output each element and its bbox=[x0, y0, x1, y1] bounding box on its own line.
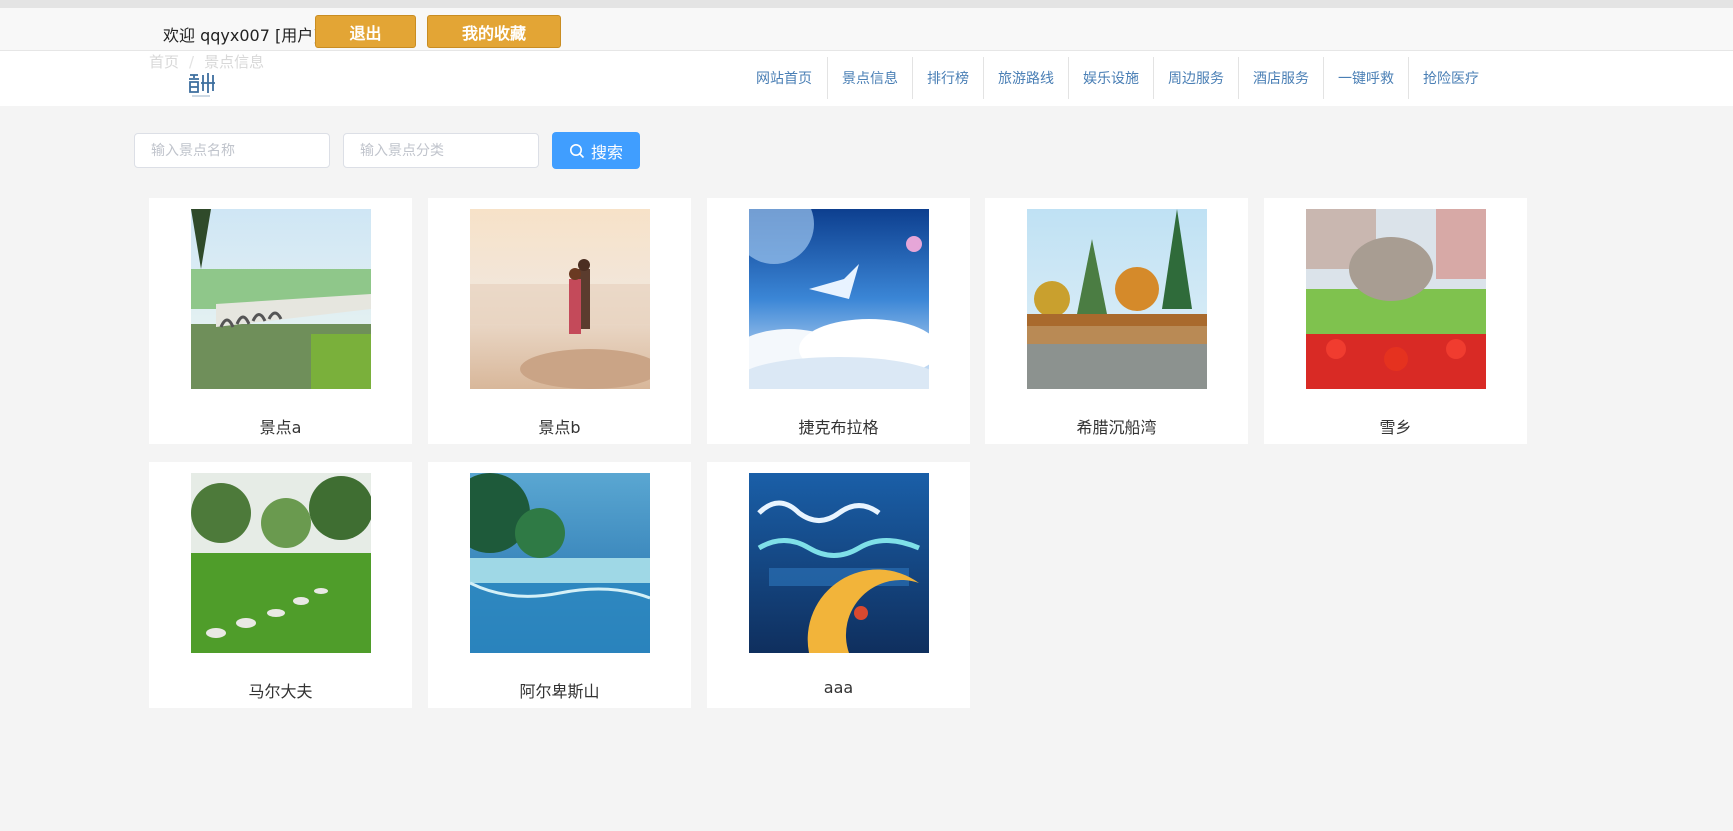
spot-category-input[interactable] bbox=[343, 133, 539, 168]
spot-image[interactable] bbox=[1027, 209, 1207, 389]
spot-name[interactable]: 马尔大夫 bbox=[149, 678, 412, 702]
logout-button[interactable]: 退出 bbox=[315, 15, 416, 48]
spot-image[interactable] bbox=[470, 209, 650, 389]
spot-image[interactable] bbox=[470, 473, 650, 653]
spot-image[interactable] bbox=[749, 473, 929, 653]
spot-image[interactable] bbox=[191, 209, 371, 389]
spot-name[interactable]: 希腊沉船湾 bbox=[985, 414, 1248, 438]
spot-name[interactable]: 景点b bbox=[428, 414, 691, 438]
nav-item-spots[interactable]: 景点信息 bbox=[828, 57, 913, 99]
spot-card[interactable]: 景点a bbox=[149, 198, 412, 444]
spot-name[interactable]: 捷克布拉格 bbox=[707, 414, 970, 438]
spot-card[interactable]: 阿尔卑斯山 bbox=[428, 462, 691, 708]
spot-image[interactable] bbox=[1306, 209, 1486, 389]
main-nav: 网站首页 景点信息 排行榜 旅游路线 娱乐设施 周边服务 酒店服务 一键呼救 抢… bbox=[741, 57, 1493, 99]
search-button[interactable]: 搜索 bbox=[552, 132, 640, 169]
spot-card[interactable]: 马尔大夫 bbox=[149, 462, 412, 708]
spot-card[interactable]: aaa bbox=[707, 462, 970, 708]
site-logo[interactable] bbox=[184, 69, 218, 101]
nav-item-ranking[interactable]: 排行榜 bbox=[913, 57, 984, 99]
spot-name[interactable]: aaa bbox=[707, 678, 970, 697]
spot-card[interactable]: 景点b bbox=[428, 198, 691, 444]
nav-item-hotel[interactable]: 酒店服务 bbox=[1239, 57, 1324, 99]
nav-item-medical[interactable]: 抢险医疗 bbox=[1409, 57, 1493, 99]
spot-card[interactable]: 希腊沉船湾 bbox=[985, 198, 1248, 444]
spot-name-input[interactable] bbox=[134, 133, 330, 168]
nav-item-nearby[interactable]: 周边服务 bbox=[1154, 57, 1239, 99]
spot-card[interactable]: 捷克布拉格 bbox=[707, 198, 970, 444]
spot-image[interactable] bbox=[749, 209, 929, 389]
spot-name[interactable]: 雪乡 bbox=[1264, 414, 1527, 438]
spot-name[interactable]: 景点a bbox=[149, 414, 412, 438]
spot-name[interactable]: 阿尔卑斯山 bbox=[428, 678, 691, 702]
spot-image[interactable] bbox=[191, 473, 371, 653]
nav-item-routes[interactable]: 旅游路线 bbox=[984, 57, 1069, 99]
welcome-text: 欢迎 qqyx007 [用户] bbox=[163, 26, 320, 45]
top-bar: 欢迎 qqyx007 [用户] 退出 我的收藏 bbox=[0, 8, 1733, 51]
breadcrumb-home[interactable]: 首页 bbox=[149, 53, 179, 71]
nav-bar: 首页 / 景点信息 网站首页 景点信息 排行榜 旅游路线 娱乐设施 周边服务 酒店服… bbox=[0, 51, 1733, 106]
nav-item-sos[interactable]: 一键呼救 bbox=[1324, 57, 1409, 99]
my-favorites-button[interactable]: 我的收藏 bbox=[427, 15, 561, 48]
browser-strip bbox=[0, 0, 1733, 8]
logo-icon bbox=[189, 73, 215, 97]
nav-item-home[interactable]: 网站首页 bbox=[741, 57, 828, 99]
search-icon bbox=[569, 143, 585, 158]
search-button-label: 搜索 bbox=[590, 142, 623, 162]
nav-item-entertainment[interactable]: 娱乐设施 bbox=[1069, 57, 1154, 99]
spot-card[interactable]: 雪乡 bbox=[1264, 198, 1527, 444]
